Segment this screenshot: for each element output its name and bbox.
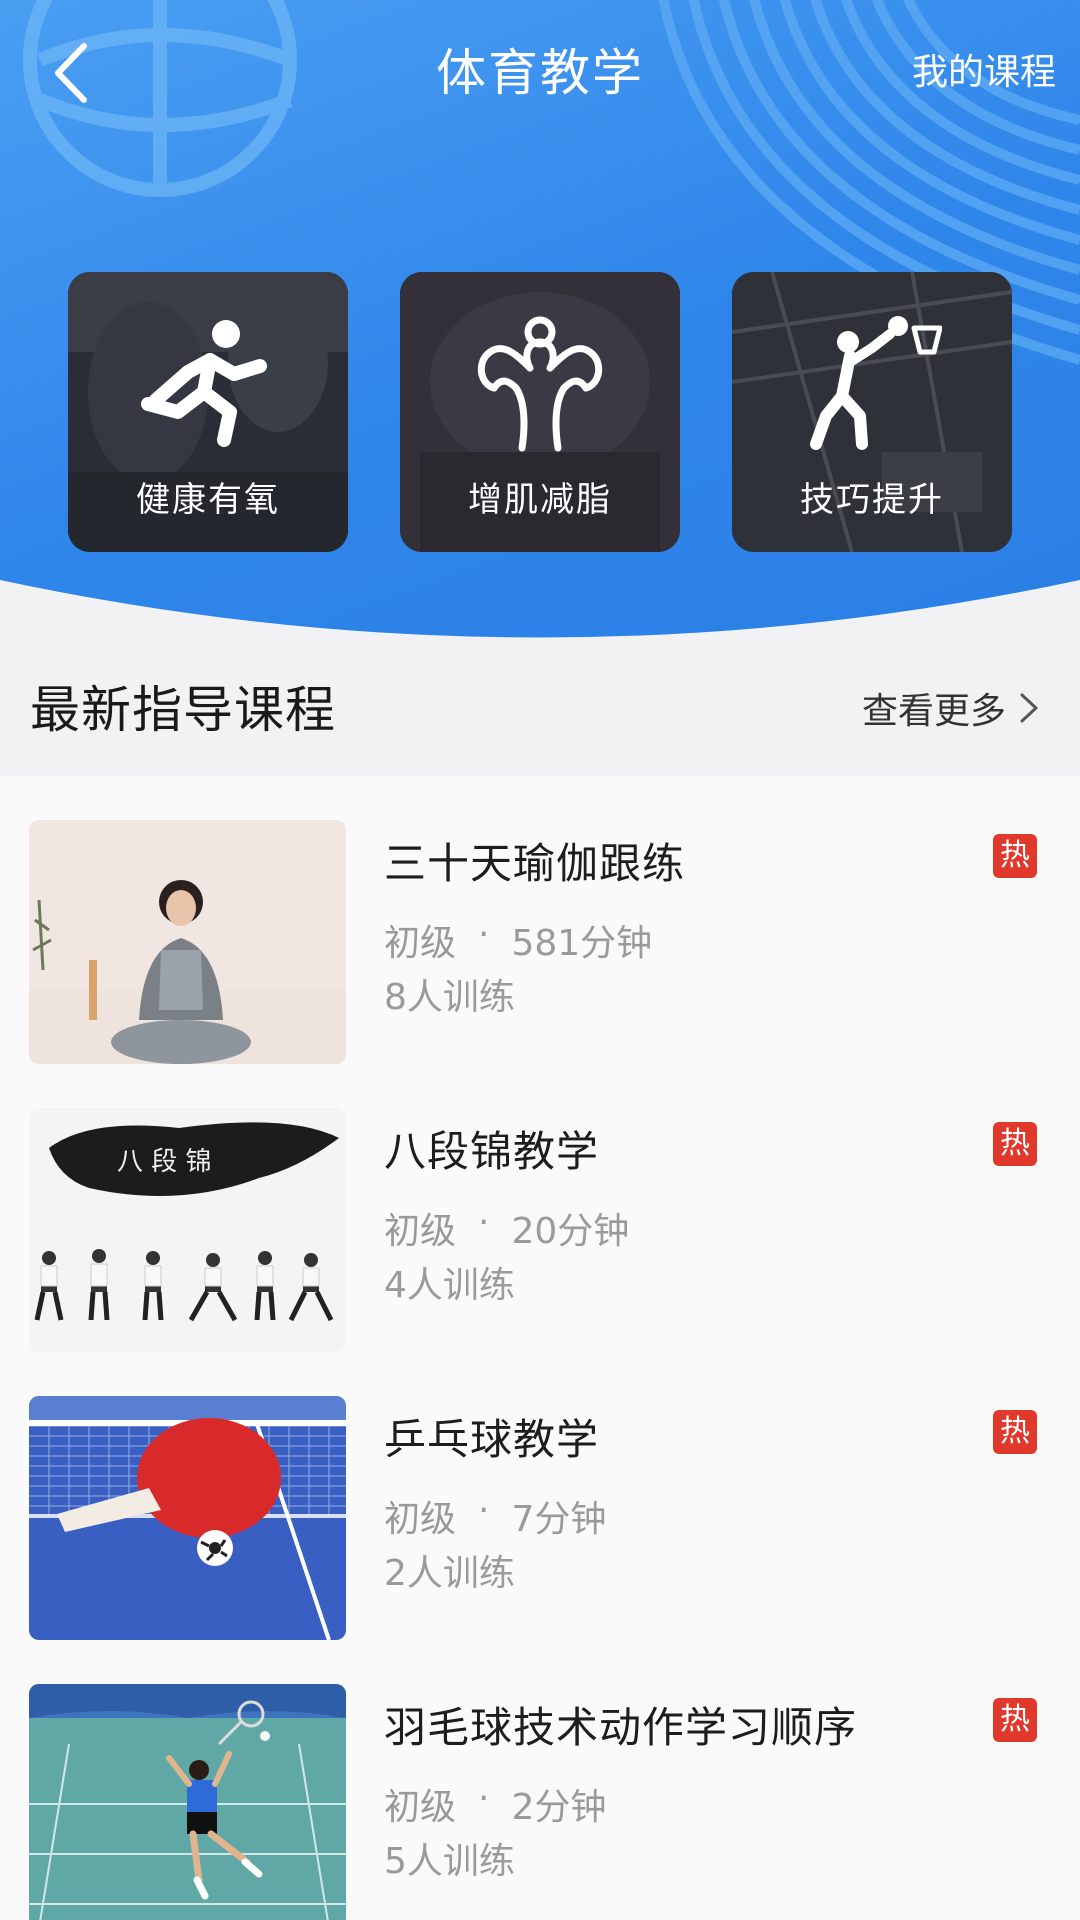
header: 体育教学 我的课程 健康有氧 增肌减脂 技巧提升	[0, 0, 1080, 640]
course-meta: 初级 · 581分钟	[384, 914, 652, 966]
course-item-yoga[interactable]: 三十天瑜伽跟练 热 初级 · 581分钟 8人训练	[0, 776, 1080, 1064]
meta-separator: ·	[478, 1490, 490, 1531]
meta-separator: ·	[478, 1778, 490, 1819]
course-trainees: 2人训练	[384, 1553, 515, 1594]
course-item-table-tennis[interactable]: 乒乓球教学 热 初级 · 7分钟 2人训练	[0, 1352, 1080, 1640]
course-thumbnail	[29, 820, 346, 1064]
course-item-badminton[interactable]: 羽毛球技术动作学习顺序 热 初级 · 2分钟 5人训练	[0, 1640, 1080, 1920]
category-label: 增肌减脂	[468, 480, 612, 520]
see-more-button[interactable]: 查看更多	[862, 682, 1040, 734]
running-person-icon	[68, 312, 348, 452]
hot-badge: 热	[993, 1122, 1037, 1166]
course-list: 三十天瑜伽跟练 热 初级 · 581分钟 8人训练 八 段 锦 八段锦教学 热 …	[0, 776, 1080, 1920]
course-thumbnail: 八 段 锦	[29, 1108, 346, 1352]
course-item-baduanjin[interactable]: 八 段 锦 八段锦教学 热 初级 · 20分钟 4人训练	[0, 1064, 1080, 1352]
course-title: 羽毛球技术动作学习顺序	[384, 1703, 858, 1752]
course-meta: 初级 · 20分钟	[384, 1202, 629, 1254]
section-title: 最新指导课程	[30, 681, 336, 739]
course-trainees: 4人训练	[384, 1265, 515, 1306]
course-level: 初级	[384, 1211, 457, 1252]
my-courses-link[interactable]: 我的课程	[912, 45, 1056, 101]
course-title: 乒乓球教学	[384, 1415, 600, 1464]
category-card-skills[interactable]: 技巧提升	[732, 272, 1012, 552]
course-title: 三十天瑜伽跟练	[384, 839, 686, 888]
header-bottom-curve	[0, 580, 1080, 640]
flexing-muscle-icon	[400, 312, 680, 452]
course-level: 初级	[384, 923, 457, 964]
category-card-muscle[interactable]: 增肌减脂	[400, 272, 680, 552]
category-label: 技巧提升	[800, 480, 944, 520]
category-label: 健康有氧	[136, 480, 280, 520]
course-meta: 初级 · 7分钟	[384, 1490, 606, 1542]
course-thumbnail	[29, 1684, 346, 1920]
course-title: 八段锦教学	[384, 1127, 600, 1176]
course-thumbnail	[29, 1396, 346, 1640]
section-header: 最新指导课程 查看更多	[0, 640, 1080, 776]
course-meta: 初级 · 2分钟	[384, 1778, 606, 1830]
course-duration: 581分钟	[511, 923, 653, 964]
course-level: 初级	[384, 1787, 457, 1828]
meta-separator: ·	[478, 1202, 490, 1243]
category-card-aerobic[interactable]: 健康有氧	[68, 272, 348, 552]
hot-badge: 热	[993, 834, 1037, 878]
basketball-shot-icon	[732, 312, 1012, 452]
meta-separator: ·	[478, 914, 490, 955]
chevron-right-icon	[1020, 693, 1038, 723]
hot-badge: 热	[993, 1698, 1037, 1742]
course-duration: 7分钟	[511, 1499, 607, 1540]
course-duration: 20分钟	[511, 1211, 630, 1252]
course-level: 初级	[384, 1499, 457, 1540]
course-trainees: 8人训练	[384, 977, 515, 1018]
hot-badge: 热	[993, 1410, 1037, 1454]
course-duration: 2分钟	[511, 1787, 607, 1828]
course-trainees: 5人训练	[384, 1841, 515, 1882]
thumbnail-calligraphy: 八 段 锦	[117, 1147, 212, 1177]
see-more-label: 查看更多	[861, 691, 1006, 732]
